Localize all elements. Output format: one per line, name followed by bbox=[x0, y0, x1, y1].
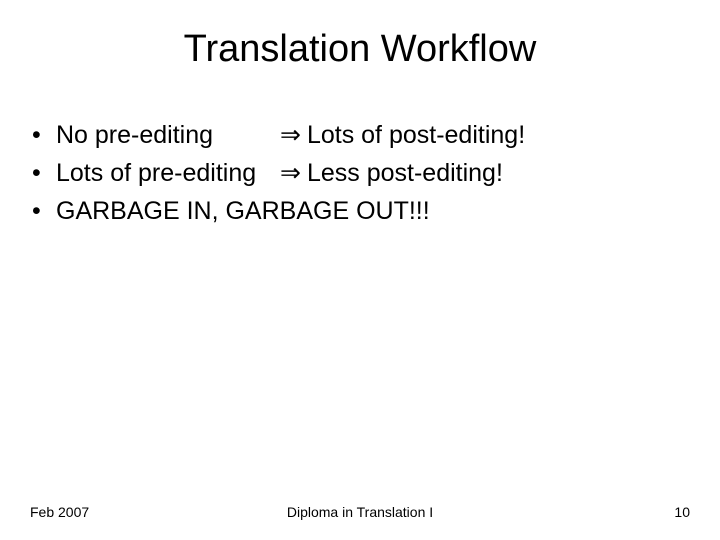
bullet-right: Less post-editing! bbox=[307, 157, 503, 191]
bullet-item: No pre-editing ⇒ Lots of post-editing! bbox=[28, 119, 720, 153]
bullet-full: GARBAGE IN, GARBAGE OUT!!! bbox=[56, 197, 430, 225]
bullet-right: Lots of post-editing! bbox=[307, 119, 525, 153]
footer-page-number: 10 bbox=[674, 504, 690, 520]
slide: Translation Workflow No pre-editing ⇒ Lo… bbox=[0, 0, 720, 540]
bullet-left: No pre-editing bbox=[56, 119, 274, 153]
bullet-list: No pre-editing ⇒ Lots of post-editing! L… bbox=[28, 119, 720, 228]
arrow-icon: ⇒ bbox=[280, 119, 301, 153]
arrow-icon: ⇒ bbox=[280, 157, 301, 191]
bullet-item: GARBAGE IN, GARBAGE OUT!!! bbox=[28, 195, 720, 229]
slide-title: Translation Workflow bbox=[0, 0, 720, 71]
footer-course: Diploma in Translation I bbox=[0, 504, 720, 520]
bullet-item: Lots of pre-editing ⇒ Less post-editing! bbox=[28, 157, 720, 191]
bullet-left: Lots of pre-editing bbox=[56, 157, 274, 191]
